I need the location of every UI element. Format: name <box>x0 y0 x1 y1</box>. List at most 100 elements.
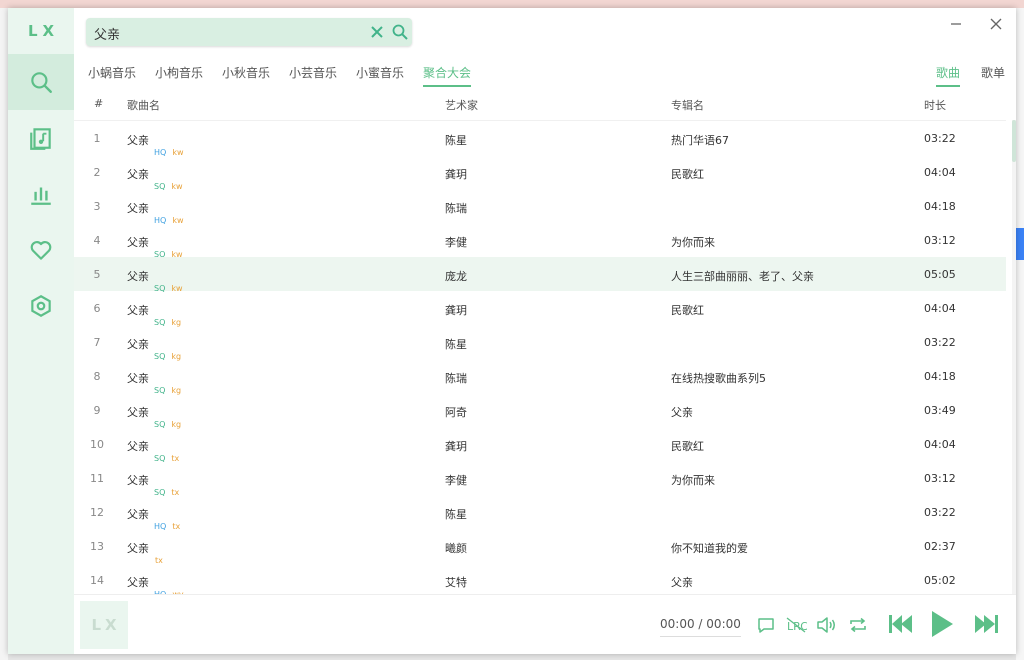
search-box <box>86 18 412 46</box>
song-name-cell: 父亲HQ kw <box>127 200 184 225</box>
table-row[interactable]: 14 父亲HQ wy 艾特 父亲 05:02 <box>74 563 1006 595</box>
music-list-icon <box>30 128 51 150</box>
time-display: 00:00 / 00:00 <box>660 617 741 637</box>
next-track-icon[interactable] <box>971 611 1001 637</box>
sidebar: LX <box>8 8 74 654</box>
duration-cell: 03:22 <box>924 336 956 349</box>
tab-source[interactable]: 小芸音乐 <box>289 64 337 85</box>
song-name: 父亲 <box>127 168 149 181</box>
song-name-cell: 父亲SQ kg <box>127 336 181 361</box>
duration-cell: 04:18 <box>924 200 956 213</box>
comment-icon[interactable] <box>756 615 776 635</box>
row-number: 14 <box>90 574 104 587</box>
artist-cell: 陈星 <box>445 508 467 521</box>
volume-icon[interactable] <box>816 615 838 635</box>
app-window: LX 小蜗音乐 小枸音乐 小秋音乐 小芸音乐 小蜜音乐 <box>8 8 1016 654</box>
album-cell: 民歌红 <box>671 440 704 453</box>
album-cell: 热门华语67 <box>671 134 729 147</box>
artist-cell: 陈星 <box>445 134 467 147</box>
clear-icon[interactable] <box>368 23 386 41</box>
song-name: 父亲 <box>127 440 149 453</box>
play-icon[interactable] <box>927 607 957 641</box>
table-row[interactable]: 1 父亲HQ kw 陈星 热门华语67 03:22 <box>74 121 1006 157</box>
tab-source-aggregate[interactable]: 聚合大会 <box>423 64 472 87</box>
table-row[interactable]: 2 父亲SQ kw 龚玥 民歌红 04:04 <box>74 155 1006 191</box>
artist-cell: 龚玥 <box>445 304 467 317</box>
song-name: 父亲 <box>127 236 149 249</box>
background-blue-mark <box>1016 228 1024 260</box>
album-cell: 父亲 <box>671 406 693 419</box>
duration-cell: 04:04 <box>924 438 956 451</box>
repeat-icon[interactable] <box>848 615 868 635</box>
nav-search[interactable] <box>8 54 74 110</box>
bar-chart-icon <box>31 187 51 205</box>
nav-song-list[interactable] <box>8 110 74 166</box>
duration-cell: 03:12 <box>924 234 956 247</box>
artist-cell: 庞龙 <box>445 270 467 283</box>
album-cell: 民歌红 <box>671 168 704 181</box>
song-name: 父亲 <box>127 474 149 487</box>
row-number: 8 <box>93 370 101 383</box>
scrollbar[interactable] <box>1012 120 1016 594</box>
artist-cell: 陈瑞 <box>445 372 467 385</box>
table-row[interactable]: 7 父亲SQ kg 陈星 03:22 <box>74 325 1006 361</box>
table-row[interactable]: 12 父亲HQ tx 陈星 03:22 <box>74 495 1006 531</box>
album-cell: 为你而来 <box>671 236 715 249</box>
tab-playlists[interactable]: 歌单 <box>981 64 1005 85</box>
duration-cell: 02:37 <box>924 540 956 553</box>
search-input[interactable] <box>92 22 356 44</box>
table-row[interactable]: 11 父亲SQ tx 李健 为你而来 03:12 <box>74 461 1006 497</box>
artist-cell: 龚玥 <box>445 168 467 181</box>
song-name-cell: 父亲HQ kw <box>127 132 184 157</box>
search-icon <box>31 72 52 93</box>
table-row[interactable]: 13 父亲tx 曦颜 你不知道我的爱 02:37 <box>74 529 1006 565</box>
song-name: 父亲 <box>127 134 149 147</box>
nav-leaderboard[interactable] <box>8 166 74 222</box>
previous-track-icon[interactable] <box>886 611 916 637</box>
tab-source[interactable]: 小秋音乐 <box>222 64 270 85</box>
table-row[interactable]: 10 父亲SQ tx 龚玥 民歌红 04:04 <box>74 427 1006 463</box>
close-icon[interactable] <box>986 14 1006 34</box>
artist-cell: 艾特 <box>445 576 467 589</box>
background-window-right <box>1016 8 1024 660</box>
header-index: # <box>94 97 104 110</box>
row-number: 13 <box>90 540 104 553</box>
search-submit-icon[interactable] <box>391 23 409 41</box>
header-name: 歌曲名 <box>127 99 160 112</box>
table-row[interactable]: 6 父亲SQ kg 龚玥 民歌红 04:04 <box>74 291 1006 327</box>
background-window-strip <box>0 0 1024 8</box>
scrollbar-thumb[interactable] <box>1012 120 1016 162</box>
row-number: 2 <box>93 166 101 179</box>
total-time: 00:00 <box>706 617 741 631</box>
row-number: 3 <box>93 200 101 213</box>
tab-source[interactable]: 小枸音乐 <box>155 64 203 85</box>
song-name: 父亲 <box>127 270 149 283</box>
table-row[interactable]: 9 父亲SQ kg 阿奇 父亲 03:49 <box>74 393 1006 429</box>
album-cover[interactable]: LX <box>80 601 128 649</box>
table-row[interactable]: 4 父亲SQ kw 李健 为你而来 03:12 <box>74 223 1006 259</box>
tab-source[interactable]: 小蜜音乐 <box>356 64 404 85</box>
song-name: 父亲 <box>127 338 149 351</box>
minimize-icon[interactable] <box>946 14 966 34</box>
song-name: 父亲 <box>127 576 149 589</box>
song-name-cell: 父亲SQ tx <box>127 438 179 463</box>
table-row[interactable]: 5 父亲SQ kw 庞龙 人生三部曲丽丽、老了、父亲 05:05 <box>74 257 1006 293</box>
nav-favorites[interactable] <box>8 222 74 278</box>
table-row[interactable]: 3 父亲HQ kw 陈瑞 04:18 <box>74 189 1006 225</box>
artist-cell: 陈星 <box>445 338 467 351</box>
table-header: # 歌曲名 艺术家 专辑名 时长 <box>74 92 1006 120</box>
song-name: 父亲 <box>127 406 149 419</box>
artist-cell: 曦颜 <box>445 542 467 555</box>
nav-settings[interactable] <box>8 278 74 334</box>
player-bar: LX 00:00 / 00:00 LRC <box>74 594 1016 654</box>
tab-songs[interactable]: 歌曲 <box>936 64 961 87</box>
header-duration: 时长 <box>924 99 946 112</box>
song-name-cell: 父亲SQ kg <box>127 370 181 395</box>
table-row[interactable]: 8 父亲SQ kg 陈瑞 在线热搜歌曲系列5 04:18 <box>74 359 1006 395</box>
lyrics-toggle-icon[interactable]: LRC <box>785 615 807 635</box>
row-number: 12 <box>90 506 104 519</box>
artist-cell: 龚玥 <box>445 440 467 453</box>
album-cell: 民歌红 <box>671 304 704 317</box>
song-name-cell: 父亲SQ kw <box>127 234 183 259</box>
tab-source[interactable]: 小蜗音乐 <box>88 64 136 85</box>
